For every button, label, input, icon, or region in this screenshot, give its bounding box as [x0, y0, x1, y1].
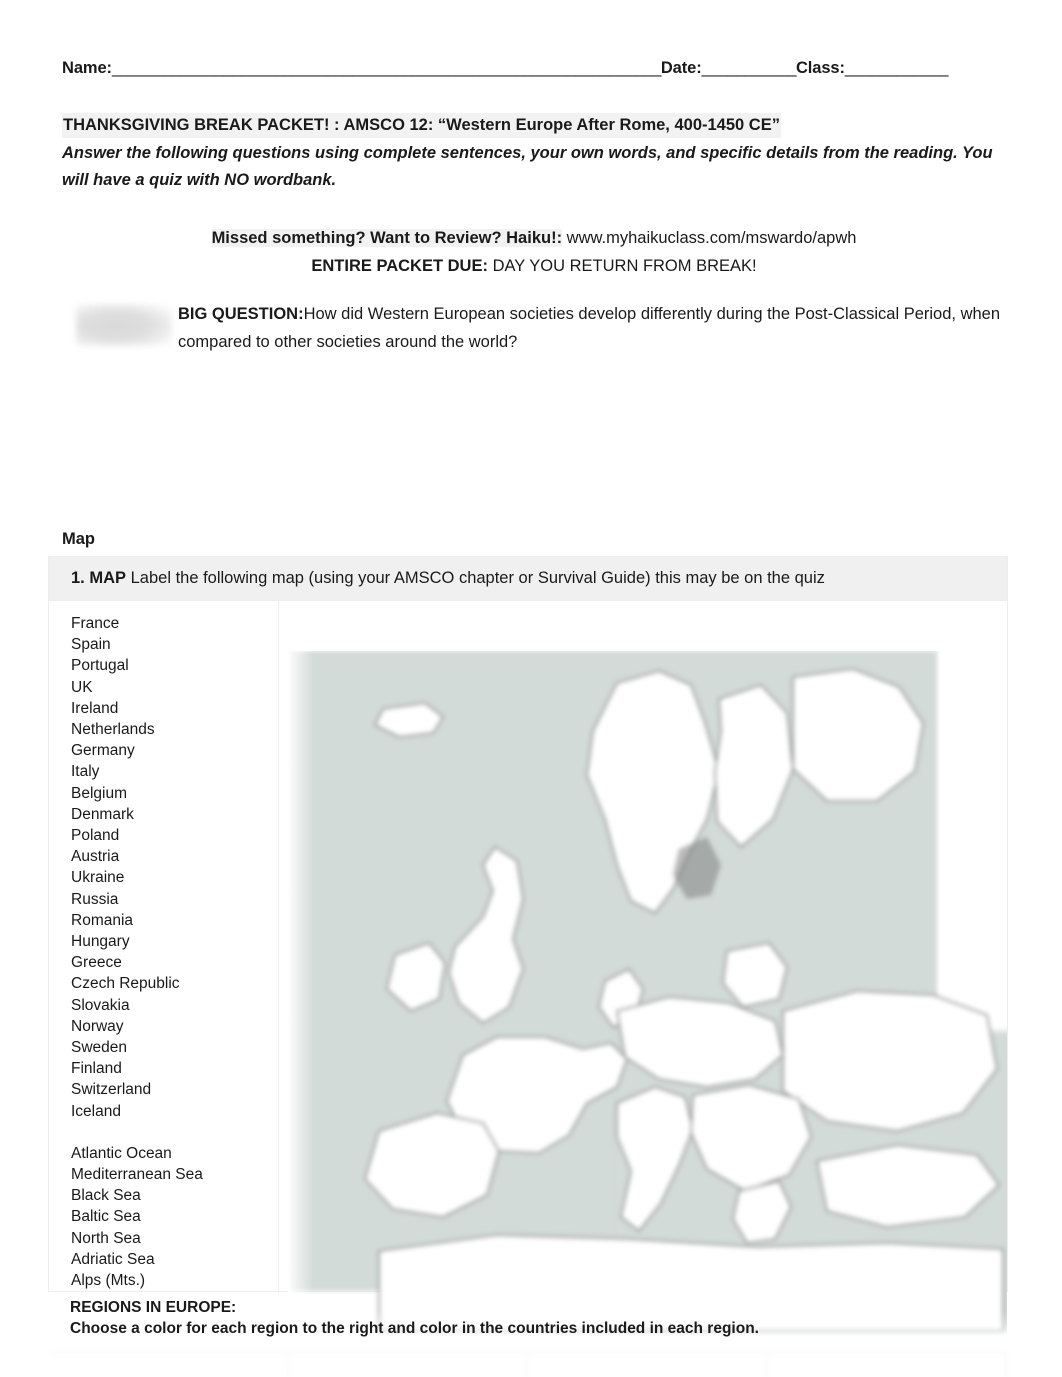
map-question-text: Label the following map (using your AMSC… — [130, 569, 825, 587]
list-item: Belgium — [71, 784, 127, 802]
due-value: DAY YOU RETURN FROM BREAK! — [492, 257, 757, 275]
review-and-due-block: Missed something? Want to Review? Haiku!… — [62, 224, 1006, 280]
list-item: Norway — [71, 1017, 124, 1035]
list-item: Hungary — [71, 933, 130, 951]
regions-heading: REGIONS IN EUROPE: — [70, 1299, 237, 1316]
packet-instructions: Answer the following questions using com… — [62, 144, 993, 189]
bottom-partial-table — [48, 1352, 1006, 1377]
table-cell — [527, 1352, 767, 1377]
packet-title: THANKSGIVING BREAK PACKET! : AMSCO 12: “… — [62, 113, 781, 138]
thought-bubble-icon — [76, 304, 172, 346]
list-item: North Sea — [71, 1229, 141, 1247]
list-item: Austria — [71, 848, 120, 866]
list-item: Switzerland — [71, 1081, 152, 1099]
table-cell — [766, 1352, 1006, 1377]
list-item: Russia — [71, 890, 119, 908]
list-item: Netherlands — [71, 721, 155, 739]
regions-instruction: Choose a color for each region to the ri… — [70, 1320, 759, 1337]
name-label: Name: — [62, 59, 112, 77]
packet-title-block: THANKSGIVING BREAK PACKET! : AMSCO 12: “… — [62, 113, 1006, 194]
map-question-number: 1. MAP — [71, 569, 127, 587]
haiku-url[interactable]: www.myhaikuclass.com/mswardo/apwh — [567, 229, 857, 247]
map-left-fade — [287, 651, 313, 1351]
due-label: ENTIRE PACKET DUE: — [311, 257, 488, 275]
map-image-cell — [279, 601, 1007, 1351]
map-label-list-cell: France Spain Portugal UK Ireland Netherl… — [49, 601, 279, 1292]
big-question-label: BIG QUESTION: — [178, 305, 304, 323]
list-item: Sweden — [71, 1039, 128, 1057]
haiku-review-line: Missed something? Want to Review? Haiku!… — [62, 224, 1006, 252]
list-item: UK — [71, 678, 93, 696]
europe-outline-map-image — [287, 651, 1007, 1351]
big-question-block: BIG QUESTION:How did Western European so… — [62, 300, 1006, 356]
list-item: Romania — [71, 911, 134, 929]
list-item: Italy — [71, 763, 100, 781]
list-item: Czech Republic — [71, 975, 180, 993]
name-blank-rule[interactable]: ________________________________________… — [112, 59, 662, 77]
list-item: Finland — [71, 1060, 122, 1078]
list-item: Mediterranean Sea — [71, 1166, 203, 1184]
list-item: Ireland — [71, 699, 119, 717]
list-item: Baltic Sea — [71, 1208, 141, 1226]
table-cell — [48, 1352, 288, 1377]
packet-due-line: ENTIRE PACKET DUE: DAY YOU RETURN FROM B… — [62, 252, 1006, 280]
list-item: Denmark — [71, 805, 134, 823]
name-date-class-line: Name:___________________________________… — [62, 57, 1007, 79]
list-item: Greece — [71, 954, 122, 972]
haiku-label: Missed something? Want to Review? Haiku!… — [211, 229, 563, 247]
map-labeling-table: 1. MAP Label the following map (using yo… — [48, 556, 1008, 1351]
map-outlines-svg — [364, 668, 1004, 1332]
table-row — [48, 1352, 1006, 1377]
water-feature-list: Atlantic Ocean Mediterranean Sea Black S… — [71, 1143, 278, 1291]
list-item: France — [71, 615, 120, 632]
list-item: Portugal — [71, 657, 129, 675]
country-list: France Spain Portugal UK Ireland Netherl… — [71, 613, 278, 1122]
class-label: Class: — [795, 59, 845, 77]
date-label: Date: — [660, 59, 702, 77]
list-item: Ukraine — [71, 869, 125, 887]
list-item: Adriatic Sea — [71, 1250, 155, 1268]
worksheet-page: Name:___________________________________… — [0, 0, 1062, 1377]
map-table-header-row: 1. MAP Label the following map (using yo… — [49, 557, 1007, 601]
map-table-body-row: France Spain Portugal UK Ireland Netherl… — [49, 601, 1007, 1351]
map-section-heading: Map — [62, 530, 95, 548]
date-blank-rule[interactable]: ___________ — [702, 59, 797, 77]
big-question-text: BIG QUESTION:How did Western European so… — [178, 300, 1006, 356]
list-item: Alps (Mts.) — [71, 1272, 146, 1290]
list-item: Spain — [71, 636, 111, 654]
list-item: Black Sea — [71, 1187, 141, 1205]
regions-block: REGIONS IN EUROPE: Choose a color for ea… — [70, 1297, 970, 1339]
list-item: Iceland — [71, 1102, 121, 1120]
list-item: Slovakia — [71, 996, 130, 1014]
class-blank-rule[interactable]: ____________ — [845, 59, 949, 77]
list-item: Germany — [71, 742, 135, 760]
list-item: Poland — [71, 827, 120, 845]
list-item: Atlantic Ocean — [71, 1144, 172, 1162]
table-cell — [287, 1352, 527, 1377]
